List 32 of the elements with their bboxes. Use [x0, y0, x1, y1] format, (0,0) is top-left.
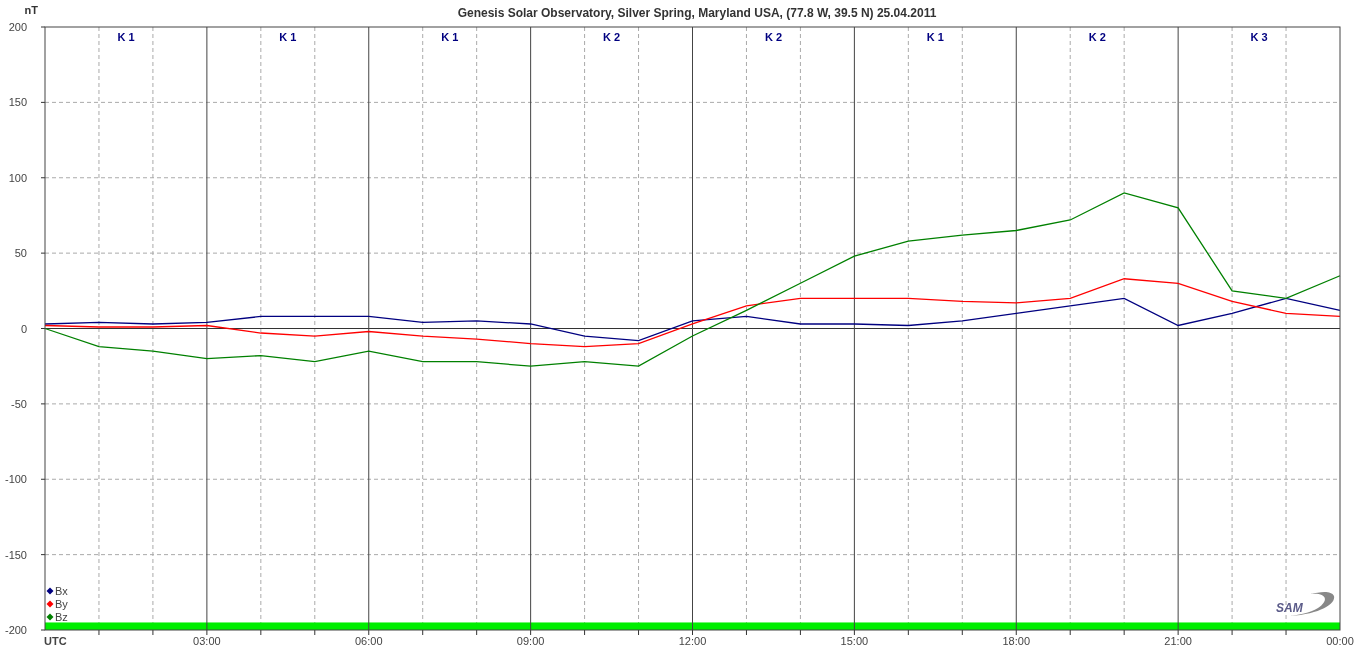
k-index-label: K 1: [441, 31, 459, 43]
y-tick-label: -100: [4, 473, 27, 486]
x-tick-label: 21:00: [1164, 635, 1192, 647]
x-tick-label: 15:00: [840, 635, 869, 647]
legend-label: Bz: [55, 611, 68, 623]
y-tick-label: 0: [20, 322, 27, 335]
k-index-label: K 2: [1088, 31, 1106, 43]
legend-label: By: [55, 598, 68, 610]
y-tick-label: -150: [4, 548, 27, 561]
x-tick-label: UTC: [44, 635, 67, 647]
x-tick-label: 18:00: [1002, 635, 1030, 647]
y-tick-label: 150: [8, 96, 27, 109]
y-tick-label: 200: [8, 21, 27, 33]
y-tick-label: 50: [14, 247, 27, 260]
x-tick-label: 06:00: [355, 635, 383, 647]
y-axis-unit: nT: [24, 4, 38, 16]
k-index-label: K 2: [764, 31, 782, 43]
x-tick-label: 00:00: [1326, 635, 1354, 647]
chart-title: Genesis Solar Observatory, Silver Spring, Maryland USA, (77.8 W, 39.5 N) 25.04.2011: [457, 6, 937, 20]
x-tick-label: 12:00: [678, 635, 707, 647]
legend-label: Bx: [55, 585, 68, 597]
k-index-label: K 1: [117, 31, 135, 43]
x-tick-label: 03:00: [193, 635, 221, 647]
k-index-label: K 1: [279, 31, 297, 43]
k-index-label: K 1: [926, 31, 944, 43]
logo: SAM: [1276, 592, 1335, 616]
y-tick-label: -200: [4, 624, 27, 636]
k-index-label: K 2: [603, 31, 621, 43]
y-tick-label: -50: [11, 397, 27, 410]
y-tick-label: 100: [8, 171, 27, 184]
x-tick-label: 09:00: [516, 635, 545, 647]
k-index-label: K 3: [1250, 31, 1268, 43]
